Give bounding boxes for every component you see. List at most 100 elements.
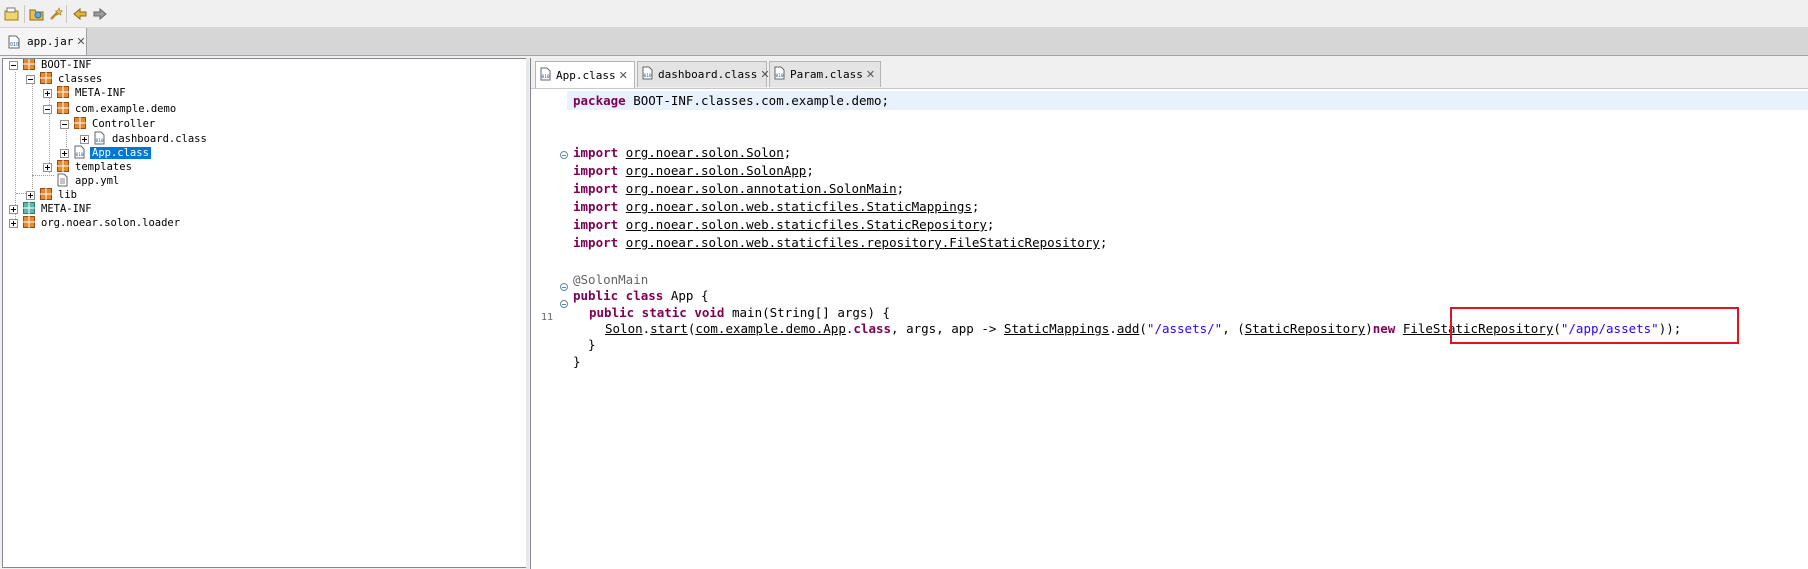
class-file-icon: 010 <box>642 66 654 83</box>
code-text: , args, app -> <box>891 321 1004 336</box>
toolbar-separator <box>66 5 67 23</box>
tab-app-jar[interactable]: 010 app.jar ✕ <box>0 28 87 55</box>
svg-text:010: 010 <box>776 73 784 79</box>
tree-item-label: org.noear.solon.loader <box>41 217 181 229</box>
tab-label: Param.class <box>790 68 863 81</box>
class-ref: StaticRepository <box>1244 321 1366 336</box>
import-name: org.noear.solon.web.staticfiles.reposito… <box>625 235 1100 250</box>
expand-icon[interactable] <box>60 148 69 158</box>
tree-connector <box>32 175 54 176</box>
import-name: org.noear.solon.SolonApp <box>625 163 807 178</box>
code-line-import: import org.noear.solon.Solon; <box>573 143 791 162</box>
jar-file-icon: 010 <box>8 35 21 49</box>
fold-icon[interactable] <box>560 283 568 291</box>
code-line-import: import org.noear.solon.web.staticfiles.S… <box>573 215 994 234</box>
keyword: import <box>573 181 619 196</box>
keyword: package <box>573 93 626 108</box>
code-line-import: import org.noear.solon.web.staticfiles.S… <box>573 197 979 216</box>
close-icon[interactable]: ✕ <box>866 68 875 81</box>
expand-icon[interactable] <box>26 190 35 200</box>
line-number: 11 <box>541 312 554 323</box>
collapse-icon[interactable] <box>26 74 35 84</box>
svg-text:010: 010 <box>644 73 652 79</box>
code-text: ; <box>986 217 995 232</box>
tree-connector <box>15 72 16 221</box>
code-text: ; <box>783 145 792 160</box>
code-text: App { <box>663 288 709 303</box>
code-text: ) <box>1365 321 1373 336</box>
keyword: import <box>573 145 619 160</box>
close-icon[interactable]: ✕ <box>76 35 85 48</box>
code-text: ; <box>896 181 905 196</box>
editor-tab-bar: 010 App.class ✕ 010 dashboard.class ✕ 01… <box>531 58 1808 89</box>
tree-item-solon-loader[interactable]: org.noear.solon.loader <box>9 215 182 231</box>
expand-icon[interactable] <box>9 218 18 228</box>
tree-item-com-example-demo[interactable]: com.example.demo <box>43 101 178 117</box>
keyword: public static void <box>589 305 725 320</box>
svg-text:010: 010 <box>542 74 550 80</box>
expand-icon[interactable] <box>80 134 89 144</box>
tree-item-label: BOOT-INF <box>41 59 92 71</box>
tab-app-class[interactable]: 010 App.class ✕ <box>535 61 635 88</box>
close-icon[interactable]: ✕ <box>619 69 628 82</box>
tree-item-controller[interactable]: Controller <box>60 116 157 132</box>
tab-param-class[interactable]: 010 Param.class ✕ <box>769 61 881 87</box>
expand-icon[interactable] <box>43 88 52 98</box>
tab-label: App.class <box>556 68 616 82</box>
tab-dashboard-class[interactable]: 010 dashboard.class ✕ <box>637 61 770 87</box>
package-icon <box>57 101 69 117</box>
code-text: main(String[] args) { <box>724 305 891 320</box>
tab-label: dashboard.class <box>658 68 758 81</box>
svg-text:010: 010 <box>96 138 104 144</box>
code-text: ; <box>806 163 814 178</box>
collapse-icon[interactable] <box>9 60 18 70</box>
editor-gutter: 11 <box>531 90 568 569</box>
open-folder-icon[interactable] <box>27 4 47 24</box>
string-literal: "/assets/" <box>1146 321 1223 336</box>
tree-item-label: dashboard.class <box>112 133 207 145</box>
tab-label: app.jar <box>27 35 74 48</box>
code-line-import: import org.noear.solon.annotation.SolonM… <box>573 179 904 198</box>
wand-icon[interactable] <box>46 4 66 24</box>
fold-icon[interactable] <box>560 151 568 159</box>
back-arrow-icon[interactable] <box>70 4 90 24</box>
keyword: class <box>853 321 892 336</box>
keyword: import <box>573 235 619 250</box>
package-icon <box>57 85 69 101</box>
keyword: public class <box>573 288 664 303</box>
class-ref: Solon <box>605 321 643 336</box>
collapse-icon[interactable] <box>60 119 69 129</box>
import-name: org.noear.solon.annotation.SolonMain <box>625 181 897 196</box>
annotation: @SolonMain <box>573 272 649 287</box>
main-toolbar <box>0 0 1808 28</box>
keyword: import <box>573 199 619 214</box>
code-text: ( <box>1139 321 1147 336</box>
code-line-close-class: } <box>573 352 581 371</box>
fold-icon[interactable] <box>560 300 568 308</box>
tree-connector <box>32 79 33 189</box>
panel-splitter[interactable] <box>526 58 529 569</box>
code-editor[interactable]: 11 package BOOT-INF.classes.com.example.… <box>531 90 1808 569</box>
import-name: org.noear.solon.web.staticfiles.StaticRe… <box>625 217 987 232</box>
method-ref: start <box>650 321 688 336</box>
class-file-icon: 010 <box>540 67 552 84</box>
import-name: org.noear.solon.web.staticfiles.StaticMa… <box>625 199 972 214</box>
open-file-icon[interactable] <box>2 4 22 24</box>
tree-item-label: app.yml <box>75 175 120 187</box>
toolbar-separator <box>24 5 25 23</box>
svg-text:010: 010 <box>10 42 19 48</box>
file-tree-panel: BOOT-INF classes META-INF com.example.de… <box>2 58 527 568</box>
highlight-box <box>1450 307 1739 344</box>
forward-arrow-icon[interactable] <box>90 4 110 24</box>
collapse-icon[interactable] <box>43 104 52 114</box>
expand-icon[interactable] <box>43 162 52 172</box>
import-name: org.noear.solon.Solon <box>625 145 784 160</box>
keyword: import <box>573 217 619 232</box>
tree-item-label: lib <box>58 189 77 201</box>
expand-icon[interactable] <box>9 204 18 214</box>
tree-item-meta-inf[interactable]: META-INF <box>43 85 128 101</box>
tree-item-label: META-INF <box>41 203 92 215</box>
code-text: ; <box>1099 235 1108 250</box>
tree-item-label: classes <box>58 73 103 85</box>
tree-item-label: com.example.demo <box>75 103 177 115</box>
